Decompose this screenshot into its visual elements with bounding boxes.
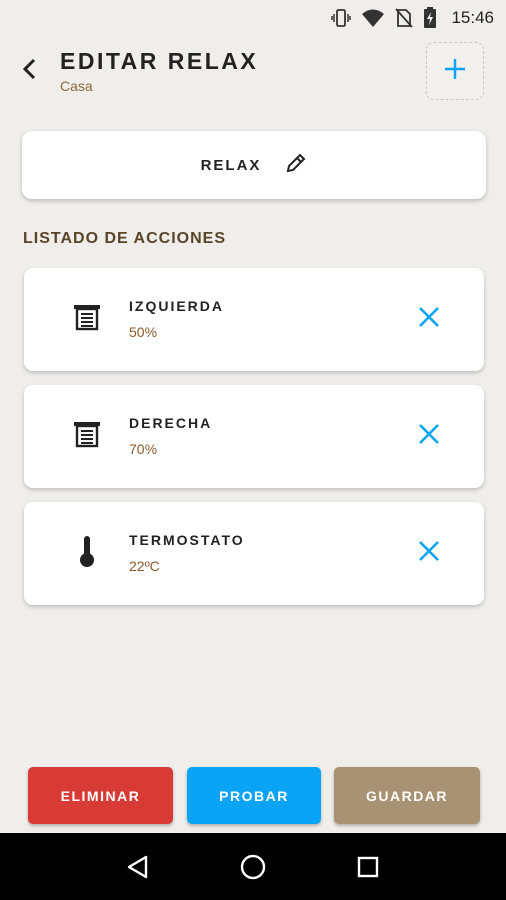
- back-button[interactable]: [14, 56, 44, 86]
- thermometer-icon: [70, 534, 104, 568]
- list-item[interactable]: DERECHA 70%: [24, 385, 484, 488]
- test-button[interactable]: PROBAR: [187, 767, 321, 824]
- battery-charging-icon: [423, 7, 437, 29]
- remove-action-button[interactable]: [414, 421, 444, 451]
- action-list: IZQUIERDA 50% DERECHA 70% TERMOSTATO 22º…: [24, 268, 484, 619]
- save-button[interactable]: GUARDAR: [334, 767, 480, 824]
- scene-name-card[interactable]: RELAX: [22, 131, 486, 199]
- plus-icon: [443, 57, 467, 86]
- page-subtitle: Casa: [60, 78, 93, 94]
- recents-square-icon[interactable]: [348, 847, 388, 887]
- action-name: DERECHA: [129, 415, 213, 431]
- action-name: TERMOSTATO: [129, 532, 245, 548]
- list-item[interactable]: IZQUIERDA 50%: [24, 268, 484, 371]
- close-icon: [417, 422, 441, 451]
- home-circle-icon[interactable]: [233, 847, 273, 887]
- page-title: EDITAR RELAX: [60, 48, 259, 74]
- delete-button[interactable]: ELIMINAR: [28, 767, 173, 824]
- vibrate-icon: [331, 8, 352, 28]
- add-action-button[interactable]: [426, 42, 484, 100]
- remove-action-button[interactable]: [414, 304, 444, 334]
- scene-name: RELAX: [200, 156, 262, 174]
- remove-action-button[interactable]: [414, 538, 444, 568]
- wifi-icon: [361, 8, 385, 28]
- navigation-bar: [0, 833, 506, 900]
- blind-icon: [70, 300, 104, 334]
- action-value: 50%: [129, 324, 158, 340]
- close-icon: [417, 305, 441, 334]
- chevron-left-icon: [20, 57, 38, 86]
- action-name: IZQUIERDA: [129, 298, 224, 314]
- status-bar: 15:46: [0, 0, 506, 36]
- header: EDITAR RELAX Casa: [0, 40, 506, 110]
- list-item[interactable]: TERMOSTATO 22ºC: [24, 502, 484, 605]
- status-time: 15:46: [451, 8, 494, 27]
- blind-icon: [70, 417, 104, 451]
- pencil-icon[interactable]: [285, 152, 307, 179]
- section-title: LISTADO DE ACCIONES: [23, 230, 227, 247]
- back-triangle-icon[interactable]: [118, 847, 158, 887]
- close-icon: [417, 539, 441, 568]
- action-value: 70%: [129, 441, 158, 457]
- action-value: 22ºC: [129, 558, 160, 574]
- no-sim-icon: [395, 8, 414, 28]
